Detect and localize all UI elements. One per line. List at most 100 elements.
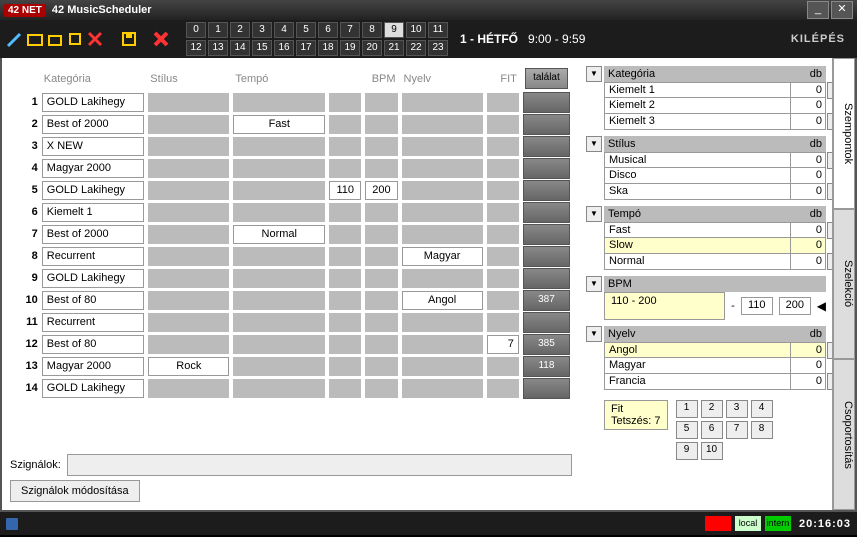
hour-15[interactable]: 15 [252, 40, 272, 56]
cell-nyelv[interactable] [402, 269, 483, 288]
hour-19[interactable]: 19 [340, 40, 360, 56]
pencil-icon[interactable] [6, 30, 24, 48]
cell-bpm1[interactable]: 110 [329, 181, 361, 200]
result-button[interactable] [523, 114, 570, 135]
cell-tempo[interactable] [233, 269, 325, 288]
panel-item[interactable]: Musical [604, 152, 791, 168]
cell-fit[interactable] [487, 313, 519, 332]
cell-tempo[interactable] [233, 379, 325, 398]
side-tab-2[interactable]: Csoportosítás [833, 359, 855, 510]
cell-tempo[interactable] [233, 313, 325, 332]
cell-fit[interactable] [487, 93, 519, 112]
fit-num-9[interactable]: 9 [676, 442, 698, 460]
folder-icon[interactable] [46, 30, 64, 48]
fit-num-8[interactable]: 8 [751, 421, 773, 439]
cancel-x-icon[interactable] [152, 30, 170, 48]
scroll-down-icon[interactable]: ▼ [827, 113, 832, 130]
fit-num-5[interactable]: 5 [676, 421, 698, 439]
result-button[interactable]: 387 [523, 290, 570, 311]
panel-item[interactable]: Kiemelt 3 [604, 114, 791, 130]
cell-kategoria[interactable]: Best of 2000 [42, 115, 144, 134]
hour-13[interactable]: 13 [208, 40, 228, 56]
cell-stilus[interactable] [148, 159, 229, 178]
cell-bpm1[interactable] [329, 291, 361, 310]
hour-16[interactable]: 16 [274, 40, 294, 56]
result-button[interactable] [523, 378, 570, 399]
hour-5[interactable]: 5 [296, 22, 316, 38]
cell-nyelv[interactable]: Magyar [402, 247, 483, 266]
result-header[interactable]: találat [525, 68, 568, 89]
result-button[interactable] [523, 246, 570, 267]
cell-stilus[interactable] [148, 269, 229, 288]
fit-num-6[interactable]: 6 [701, 421, 723, 439]
cell-bpm2[interactable] [365, 115, 397, 134]
cell-bpm2[interactable] [365, 225, 397, 244]
fit-num-4[interactable]: 4 [751, 400, 773, 418]
result-button[interactable] [523, 180, 570, 201]
scroll-up-icon[interactable]: ▲ [827, 342, 832, 359]
fit-box[interactable]: FitTetszés: 7 [604, 400, 668, 430]
result-button[interactable]: 385 [523, 334, 570, 355]
hour-20[interactable]: 20 [362, 40, 382, 56]
cell-stilus[interactable] [148, 313, 229, 332]
close-button[interactable]: ✕ [831, 1, 853, 19]
hour-8[interactable]: 8 [362, 22, 382, 38]
cell-fit[interactable] [487, 269, 519, 288]
cell-fit[interactable] [487, 137, 519, 156]
cell-bpm2[interactable] [365, 203, 397, 222]
hour-14[interactable]: 14 [230, 40, 250, 56]
panel-item[interactable]: Kiemelt 1 [604, 82, 791, 98]
collapse-stilus-icon[interactable]: ▼ [586, 136, 602, 152]
cell-bpm1[interactable] [329, 225, 361, 244]
folder-open-icon[interactable] [26, 30, 44, 48]
result-button[interactable] [523, 158, 570, 179]
side-tab-0[interactable]: Szempontok [833, 58, 855, 209]
cell-bpm2[interactable] [365, 93, 397, 112]
cell-nyelv[interactable] [402, 203, 483, 222]
bpm-from[interactable]: 110 [741, 297, 773, 315]
cell-nyelv[interactable] [402, 335, 483, 354]
hour-11[interactable]: 11 [428, 22, 448, 38]
hour-18[interactable]: 18 [318, 40, 338, 56]
scroll-up-icon[interactable]: ▲ [827, 222, 832, 239]
cell-tempo[interactable] [233, 159, 325, 178]
cell-tempo[interactable] [233, 181, 325, 200]
hour-7[interactable]: 7 [340, 22, 360, 38]
cell-bpm2[interactable]: 200 [365, 181, 397, 200]
cell-bpm2[interactable] [365, 159, 397, 178]
cell-tempo[interactable] [233, 203, 325, 222]
cell-nyelv[interactable] [402, 181, 483, 200]
cell-stilus[interactable]: Rock [148, 357, 229, 376]
collapse-nyelv-icon[interactable]: ▼ [586, 326, 602, 342]
cell-stilus[interactable] [148, 247, 229, 266]
scroll-down-icon[interactable]: ▼ [827, 253, 832, 270]
fit-num-1[interactable]: 1 [676, 400, 698, 418]
cell-fit[interactable] [487, 181, 519, 200]
cell-stilus[interactable] [148, 137, 229, 156]
cell-kategoria[interactable]: GOLD Lakihegy [42, 181, 144, 200]
panel-item[interactable]: Disco [604, 168, 791, 184]
cell-fit[interactable] [487, 291, 519, 310]
cell-fit[interactable]: 7 [487, 335, 519, 354]
cell-kategoria[interactable]: Recurrent [42, 247, 144, 266]
save-icon[interactable] [120, 30, 138, 48]
cell-bpm2[interactable] [365, 357, 397, 376]
cell-fit[interactable] [487, 247, 519, 266]
cell-stilus[interactable] [148, 291, 229, 310]
hour-22[interactable]: 22 [406, 40, 426, 56]
fit-num-10[interactable]: 10 [701, 442, 723, 460]
hour-0[interactable]: 0 [186, 22, 206, 38]
cell-bpm1[interactable] [329, 137, 361, 156]
cell-bpm1[interactable] [329, 269, 361, 288]
cell-tempo[interactable] [233, 137, 325, 156]
cell-bpm2[interactable] [365, 269, 397, 288]
bpm-apply-icon[interactable]: ◀ [817, 299, 826, 313]
panel-item[interactable]: Normal [604, 254, 791, 270]
cell-fit[interactable] [487, 225, 519, 244]
copy-icon[interactable] [66, 30, 84, 48]
cell-bpm2[interactable] [365, 379, 397, 398]
panel-item[interactable]: Kiemelt 2 [604, 98, 791, 114]
cell-kategoria[interactable]: Best of 80 [42, 291, 144, 310]
delete-red-x-icon[interactable] [86, 30, 104, 48]
result-button[interactable] [523, 136, 570, 157]
